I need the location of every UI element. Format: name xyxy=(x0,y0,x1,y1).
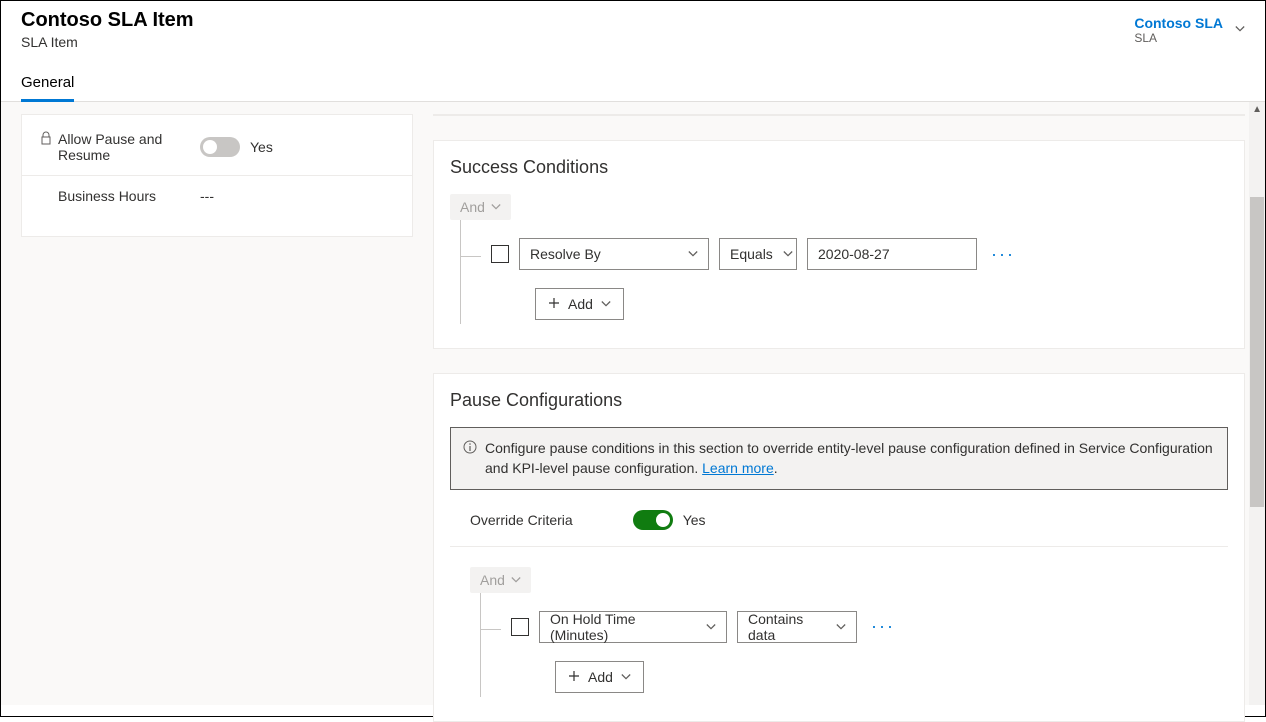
related-record-type: SLA xyxy=(1134,31,1223,45)
scrollbar-track[interactable]: ▲ xyxy=(1249,102,1265,705)
lock-icon xyxy=(40,131,52,148)
pause-operator-select[interactable]: Contains data xyxy=(737,611,857,643)
pause-info-text: Configure pause conditions in this secti… xyxy=(485,440,1213,476)
pause-and-operator[interactable]: And xyxy=(470,567,531,593)
success-condition-row: Resolve By Equals 2020-08-27 ··· xyxy=(491,238,1228,270)
chevron-down-icon xyxy=(836,619,846,635)
pause-field-value: On Hold Time (Minutes) xyxy=(550,611,696,643)
override-criteria-label: Override Criteria xyxy=(470,512,573,528)
scroll-up-icon[interactable]: ▲ xyxy=(1252,104,1262,115)
allow-pause-toggle[interactable] xyxy=(200,137,240,157)
chevron-down-icon xyxy=(601,296,611,312)
chevron-down-icon xyxy=(783,246,793,262)
pause-and-label: And xyxy=(480,572,505,588)
pause-operator-value: Contains data xyxy=(748,611,826,643)
allow-pause-label-wrap: Allow Pause and Resume xyxy=(40,131,190,163)
success-value-input[interactable]: 2020-08-27 xyxy=(807,238,977,270)
pause-add-button[interactable]: Add xyxy=(555,661,644,693)
business-hours-label: Business Hours xyxy=(40,188,190,204)
pause-row-checkbox[interactable] xyxy=(511,618,529,636)
allow-pause-label: Allow Pause and Resume xyxy=(58,131,190,163)
pause-panel-title: Pause Configurations xyxy=(450,390,1228,411)
override-criteria-value: Yes xyxy=(683,512,706,528)
pause-learn-more-link[interactable]: Learn more xyxy=(702,460,774,476)
pause-logic-group: And On Hold Time (Minutes) Contains data xyxy=(470,567,1228,697)
success-row-more-icon[interactable]: ··· xyxy=(987,244,1019,265)
related-record-link[interactable]: Contoso SLA xyxy=(1134,15,1223,31)
tab-bar: General xyxy=(1,68,1265,102)
success-field-select[interactable]: Resolve By xyxy=(519,238,709,270)
pause-condition-indent: On Hold Time (Minutes) Contains data ··· xyxy=(480,593,1228,697)
override-criteria-toggle[interactable] xyxy=(633,510,673,530)
success-condition-indent: Resolve By Equals 2020-08-27 ··· xyxy=(460,220,1228,324)
chevron-down-icon xyxy=(706,619,716,635)
success-add-button[interactable]: Add xyxy=(535,288,624,320)
pause-row-more-icon[interactable]: ··· xyxy=(867,616,899,637)
related-record[interactable]: Contoso SLA SLA xyxy=(1134,15,1223,45)
success-and-operator[interactable]: And xyxy=(450,194,511,220)
tab-general[interactable]: General xyxy=(21,68,74,101)
header-right: Contoso SLA SLA xyxy=(1134,9,1245,50)
success-and-label: And xyxy=(460,199,485,215)
plus-icon xyxy=(568,669,580,685)
collapsed-panel xyxy=(433,114,1245,116)
pause-info-period: . xyxy=(774,460,778,476)
success-value-text: 2020-08-27 xyxy=(818,246,890,262)
pause-condition-row: On Hold Time (Minutes) Contains data ··· xyxy=(511,611,1228,643)
plus-icon xyxy=(548,296,560,312)
success-row-checkbox[interactable] xyxy=(491,245,509,263)
side-card: Allow Pause and Resume Yes Business Hour… xyxy=(21,114,413,237)
row-business-hours: Business Hours --- xyxy=(22,176,412,216)
pause-info-box: Configure pause conditions in this secti… xyxy=(450,427,1228,490)
business-hours-value[interactable]: --- xyxy=(200,188,394,204)
success-field-value: Resolve By xyxy=(530,246,601,262)
page-title: Contoso SLA Item xyxy=(21,9,194,32)
success-conditions-panel: Success Conditions And Resolve By Equal xyxy=(433,140,1245,349)
info-icon xyxy=(463,438,477,479)
allow-pause-value: Yes xyxy=(250,139,273,155)
pause-add-label: Add xyxy=(588,669,613,685)
main-column: Success Conditions And Resolve By Equal xyxy=(433,114,1245,705)
success-add-label: Add xyxy=(568,296,593,312)
row-allow-pause: Allow Pause and Resume Yes xyxy=(22,119,412,176)
form-body: Allow Pause and Resume Yes Business Hour… xyxy=(1,102,1265,705)
pause-field-select[interactable]: On Hold Time (Minutes) xyxy=(539,611,727,643)
success-operator-select[interactable]: Equals xyxy=(719,238,797,270)
override-criteria-row: Override Criteria Yes xyxy=(450,506,1228,547)
success-operator-value: Equals xyxy=(730,246,773,262)
header-left: Contoso SLA Item SLA Item xyxy=(21,9,194,50)
pause-info-text-wrap: Configure pause conditions in this secti… xyxy=(485,438,1215,479)
override-toggle-wrap: Yes xyxy=(633,510,706,530)
page-subtitle: SLA Item xyxy=(21,34,194,50)
scrollbar-thumb[interactable] xyxy=(1250,197,1264,507)
page-header: Contoso SLA Item SLA Item Contoso SLA SL… xyxy=(1,1,1265,50)
chevron-down-icon xyxy=(491,199,501,215)
chevron-down-icon xyxy=(688,246,698,262)
pause-configurations-panel: Pause Configurations Configure pause con… xyxy=(433,373,1245,722)
pause-logic-wrap: And On Hold Time (Minutes) Contains data xyxy=(450,567,1228,697)
chevron-down-icon[interactable] xyxy=(1235,21,1245,37)
allow-pause-value-wrap: Yes xyxy=(200,137,394,157)
success-logic-group: And Resolve By Equals xyxy=(450,194,1228,324)
chevron-down-icon xyxy=(621,669,631,685)
success-panel-title: Success Conditions xyxy=(450,157,1228,178)
chevron-down-icon xyxy=(511,572,521,588)
